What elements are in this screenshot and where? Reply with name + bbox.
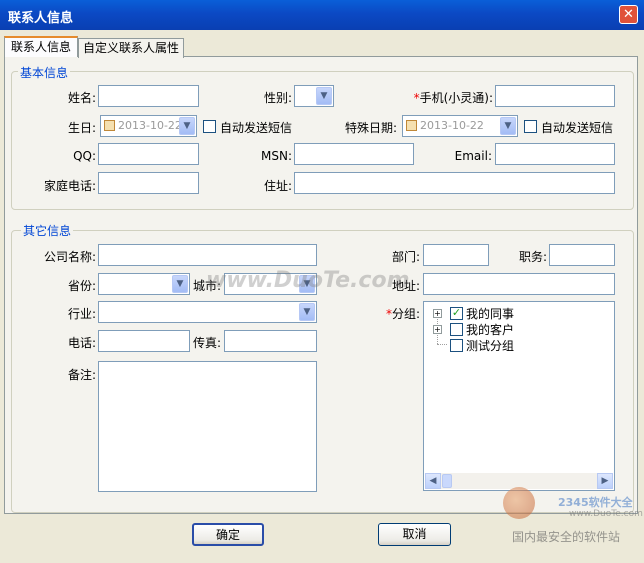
notes-label: 备注: <box>67 368 96 382</box>
company-label: 公司名称: <box>43 250 96 264</box>
special-date-label: 特殊日期: <box>344 121 397 135</box>
checkbox-checked[interactable]: ✓ <box>450 307 463 320</box>
tree-item-customers[interactable]: + 我的客户 <box>424 321 604 337</box>
company-address-input[interactable] <box>423 273 615 295</box>
birthday-date-picker[interactable]: 2013-10-22 ▼ <box>100 115 197 137</box>
birthday-auto-sms-checkbox[interactable] <box>203 120 216 133</box>
watermark-brand: 2345软件大全 <box>558 496 633 509</box>
mobile-input[interactable] <box>495 85 615 107</box>
industry-label: 行业: <box>67 307 96 321</box>
chevron-down-icon[interactable]: ▼ <box>172 275 188 293</box>
qq-input[interactable] <box>98 143 199 165</box>
msn-label: MSN: <box>261 149 292 163</box>
chevron-down-icon[interactable]: ▼ <box>179 117 195 135</box>
special-date-value: 2013-10-22 <box>420 119 484 132</box>
scrollbar-thumb[interactable] <box>442 474 452 488</box>
checkbox-unchecked[interactable] <box>450 339 463 352</box>
fax-input[interactable] <box>224 330 317 352</box>
qq-label: QQ: <box>73 149 96 163</box>
province-label: 省份: <box>67 279 96 293</box>
position-input[interactable] <box>549 244 615 266</box>
chevron-down-icon[interactable]: ▼ <box>299 303 315 321</box>
department-input[interactable] <box>423 244 489 266</box>
department-label: 部门: <box>391 250 420 264</box>
mobile-label: *手机(小灵通): <box>413 91 493 105</box>
special-date-auto-sms-checkbox[interactable] <box>524 120 537 133</box>
home-phone-label: 家庭电话: <box>43 179 96 193</box>
watermark-logo <box>503 487 535 519</box>
close-button[interactable]: ✕ <box>619 5 638 24</box>
tree-item-label: 测试分组 <box>466 339 515 353</box>
ok-button[interactable]: 确定 <box>192 523 264 546</box>
other-info-legend: 其它信息 <box>21 222 74 239</box>
fax-label: 传真: <box>193 336 222 350</box>
basic-info-legend: 基本信息 <box>18 64 71 81</box>
home-address-label: 住址: <box>263 179 292 193</box>
calendar-icon <box>406 120 417 131</box>
notes-textarea[interactable] <box>98 361 317 492</box>
expand-icon[interactable]: + <box>433 325 442 334</box>
tab-custom-attributes[interactable]: 自定义联系人属性 <box>78 38 184 58</box>
birthday-value: 2013-10-22 <box>118 119 182 132</box>
gender-label: 性别: <box>263 91 292 105</box>
msn-input[interactable] <box>294 143 414 165</box>
chevron-down-icon[interactable]: ▼ <box>316 87 332 105</box>
company-input[interactable] <box>98 244 317 266</box>
home-address-input[interactable] <box>294 172 615 194</box>
tab-contact-info[interactable]: 联系人信息 <box>4 36 78 57</box>
gender-select[interactable]: ▼ <box>294 85 334 107</box>
province-select[interactable]: ▼ <box>98 273 190 295</box>
group-label: *分组: <box>385 307 420 321</box>
checkbox-unchecked[interactable] <box>450 323 463 336</box>
watermark-slogan: 国内最安全的软件站 <box>512 530 621 544</box>
email-input[interactable] <box>495 143 615 165</box>
chevron-down-icon[interactable]: ▼ <box>500 117 516 135</box>
scroll-left-icon[interactable]: ◀ <box>425 473 441 489</box>
phone-input[interactable] <box>98 330 190 352</box>
close-icon: ✕ <box>623 7 634 22</box>
cancel-button[interactable]: 取消 <box>378 523 451 546</box>
watermark-center: www.DuoTe.com <box>206 268 410 293</box>
group-tree[interactable]: + ✓ 我的同事 + 我的客户 测试分组 ◀ ▶ <box>423 301 615 491</box>
tree-item-label: 我的同事 <box>466 307 515 321</box>
calendar-icon <box>104 120 115 131</box>
tree-item-label: 我的客户 <box>466 323 515 337</box>
name-input[interactable] <box>98 85 199 107</box>
title-bar[interactable] <box>0 0 644 30</box>
name-label: 姓名: <box>67 91 96 105</box>
expand-icon[interactable]: + <box>433 309 442 318</box>
scroll-right-icon[interactable]: ▶ <box>597 473 613 489</box>
window-title: 联系人信息 <box>8 11 74 26</box>
birthday-auto-sms-label: 自动发送短信 <box>220 121 293 135</box>
tree-item-test-group[interactable]: 测试分组 <box>424 337 604 353</box>
special-date-picker[interactable]: 2013-10-22 ▼ <box>402 115 518 137</box>
email-label: Email: <box>454 149 492 163</box>
phone-label: 电话: <box>67 336 96 350</box>
tree-item-colleagues[interactable]: + ✓ 我的同事 <box>424 305 604 321</box>
home-phone-input[interactable] <box>98 172 199 194</box>
birthday-label: 生日: <box>67 121 96 135</box>
special-date-auto-sms-label: 自动发送短信 <box>541 121 614 135</box>
industry-select[interactable]: ▼ <box>98 301 317 323</box>
position-label: 职务: <box>518 250 547 264</box>
watermark-url: www.DuoTe.com <box>569 509 643 519</box>
